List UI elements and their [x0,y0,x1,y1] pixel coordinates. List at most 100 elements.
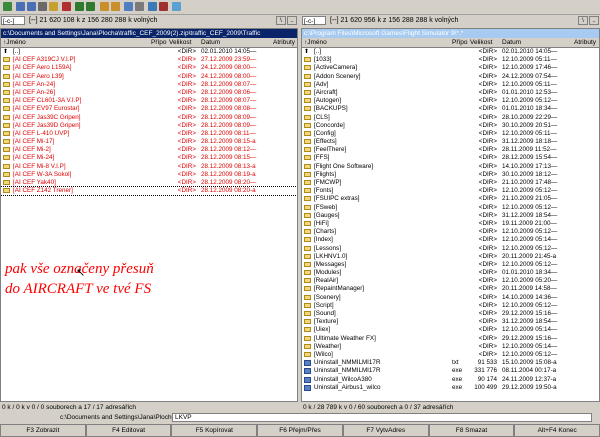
col-size[interactable]: Velikost [169,38,191,47]
file-row[interactable]: [AI CEF EV97 Eurostar] <DIR> 28.12.2009 08… [1,105,297,113]
file-row[interactable]: [Index] <DIR> 12.10.2009 05:14— [302,236,599,244]
file-row[interactable]: [Wilco] <DIR> 12.10.2009 05:12— [302,351,599,359]
f4-edit-button[interactable]: F4 Editovat [85,424,172,437]
right-path-bar[interactable]: c:\Program Files\Microsoft Games\Flight … [302,29,599,38]
left-file-panel[interactable]: c:\Documents and Settings\Jana\Plocha\tr… [0,28,298,402]
pack-icon[interactable] [100,2,109,11]
invert-selection-icon[interactable] [62,2,71,11]
file-row[interactable]: [Lessons] <DIR> 12.10.2009 05:12— [302,245,599,253]
file-row[interactable]: [LKHNV1.0] <DIR> 20.11.2009 21:45-a [302,253,599,261]
right-drive-select[interactable]: [-c-] [302,16,326,25]
right-up-button[interactable]: .. [589,16,599,25]
ftp-icon[interactable] [148,2,157,11]
file-row[interactable]: [AI CEF Jas39D Gripen] <DIR> 28.12.2009 08… [1,122,297,130]
file-row[interactable]: Uninstall_WilcoA380 exe 90 174 24.11.2009 1… [302,376,599,384]
file-row[interactable]: [Script] <DIR> 12.10.2009 05:12— [302,302,599,310]
thumbnails-icon[interactable] [49,2,58,11]
file-row[interactable]: [FeelThere] <DIR> 28.11.2009 11:52— [302,146,599,154]
rename-icon[interactable] [135,2,144,11]
file-row[interactable]: [RepaintManager] <DIR> 20.11.2009 14:58— [302,285,599,293]
file-row[interactable]: [ActiveCamera] <DIR> 12.10.2009 17:46— [302,64,599,72]
file-row[interactable]: [AI CEF Mi-8 V.I.P] <DIR> 28.12.2009 08:13… [1,163,297,171]
file-row[interactable]: [Aircraft] <DIR> 01.01.2010 12:53— [302,89,599,97]
search-icon[interactable] [124,2,133,11]
file-row[interactable]: [Gauges] <DIR> 31.12.2009 18:54— [302,212,599,220]
file-row[interactable]: [AI CEF Mi-24] <DIR> 28.12.2009 08:15— [1,154,297,162]
details-view-icon[interactable] [27,2,36,11]
f7-mkdir-button[interactable]: F7 VytvAdres [342,424,429,437]
file-row[interactable]: [AI CEF Mi-2] <DIR> 28.12.2009 08:12— [1,146,297,154]
f3-view-button[interactable]: F3 Zobrazit [0,424,86,437]
col-name[interactable]: ↑Jméno [304,38,327,47]
col-attr[interactable]: Atributy [273,38,295,47]
list-view-icon[interactable] [16,2,25,11]
file-row[interactable]: [Uiex] <DIR> 12.10.2009 05:14— [302,326,599,334]
col-ext[interactable]: Přípo [151,38,167,47]
file-row[interactable]: [AI CEF Mi-17] <DIR> 28.12.2009 08:15-a [1,138,297,146]
file-row[interactable]: [RealAir] <DIR> 12.10.2009 05:20— [302,277,599,285]
notepad-icon[interactable] [172,2,181,11]
file-row[interactable]: [BACKUPS] <DIR> 01.01.2010 18:34— [302,105,599,113]
file-row[interactable]: [FMCWP] <DIR> 21.10.2009 17:48— [302,179,599,187]
file-row[interactable]: [Adv] <DIR> 12.10.2009 05:11— [302,81,599,89]
file-row[interactable]: Uninstall_NMMILMI17R txt 91 533 15.10.2009 … [302,359,599,367]
file-row[interactable]: [AI CEF CL601-3A V.I.P] <DIR> 28.12.2009 0… [1,97,297,105]
file-row[interactable]: [FSUIPC extras] <DIR> 21.10.2009 21:05— [302,195,599,203]
tree-icon[interactable] [38,2,47,11]
right-root-button[interactable]: \ [578,16,588,25]
file-row[interactable]: Uninstall_Airbus1_wilco exe 100 499 29.12.2… [302,384,599,392]
refresh-icon[interactable] [3,2,12,11]
file-row[interactable]: [Addon Scenery] <DIR> 24.12.2009 07:54— [302,73,599,81]
file-row[interactable]: [Fonts] <DIR> 12.10.2009 05:12— [302,187,599,195]
file-row[interactable]: ⬆ [..] <DIR> 02.01.2010 14:05— [1,48,297,56]
left-root-button[interactable]: \ [276,16,286,25]
file-row[interactable]: [Sound] <DIR> 29.12.2009 15:16— [302,310,599,318]
file-row[interactable]: [FSweb] <DIR> 12.10.2009 05:12— [302,204,599,212]
file-row[interactable]: [AI CEF L-410 UVP] <DIR> 28.12.2009 08:11— [1,130,297,138]
file-row[interactable]: [AI CEF Z142 Trener] <DIR> 28.12.2009 08:2… [1,186,297,197]
file-row[interactable]: [AI CEF Yak40] <DIR> 28.12.2009 08:20— [1,179,297,187]
file-row[interactable]: [FFS] <DIR> 28.12.2009 15:54— [302,154,599,162]
file-row[interactable]: [1033] <DIR> 12.10.2009 05:11— [302,56,599,64]
file-row[interactable]: [AI CEF W-3A Sokol] <DIR> 28.12.2009 08:19… [1,171,297,179]
file-row[interactable]: [HiFi] <DIR> 19.11.2009 21:00— [302,220,599,228]
f8-delete-button[interactable]: F8 Smazat [428,424,515,437]
file-row[interactable]: [Messages] <DIR> 12.10.2009 05:12— [302,261,599,269]
col-ext[interactable]: Přípo [452,38,468,47]
file-row[interactable]: [Flight One Software] <DIR> 14.10.2009 17:… [302,163,599,171]
file-row[interactable]: [AI CEF An-26] <DIR> 28.12.2009 08:06— [1,89,297,97]
col-name[interactable]: ↑Jméno [3,38,26,47]
file-row[interactable]: [Scenery] <DIR> 14.10.2009 14:36— [302,294,599,302]
file-row[interactable]: [Weather] <DIR> 12.10.2009 05:14— [302,343,599,351]
f5-copy-button[interactable]: F5 Kopírovat [171,424,258,437]
file-row[interactable]: [Texture] <DIR> 31.12.2009 18:54— [302,318,599,326]
forward-icon[interactable] [86,2,95,11]
left-up-button[interactable]: .. [287,16,297,25]
file-row[interactable]: [CLS] <DIR> 28.10.2009 22:29— [302,114,599,122]
left-path-bar[interactable]: c:\Documents and Settings\Jana\Plocha\tr… [1,29,297,38]
col-date[interactable]: Datum [201,38,220,47]
f6-move-button[interactable]: F6 Přejm/Přes [257,424,343,437]
file-row[interactable]: [AI CEF A319CJ V.I.P] <DIR> 27.12.2009 23:… [1,56,297,64]
file-row[interactable]: [AI CEF Jas39C Gripen] <DIR> 28.12.2009 08… [1,114,297,122]
left-drive-select[interactable]: [-c-] [1,16,25,25]
file-row[interactable]: [Flights] <DIR> 30.10.2009 18:12— [302,171,599,179]
unpack-icon[interactable] [111,2,120,11]
file-row[interactable]: [Charts] <DIR> 12.10.2009 05:12— [302,228,599,236]
back-icon[interactable] [75,2,84,11]
file-row[interactable]: [AI CEF Aero L159A] <DIR> 24.12.2009 08:00… [1,64,297,72]
col-size[interactable]: Velikost [470,38,492,47]
right-file-panel[interactable]: c:\Program Files\Microsoft Games\Flight … [301,28,600,402]
file-row[interactable]: Uninstall_NMMILMI17R exe 331 776 08.11.2004… [302,367,599,375]
file-row[interactable]: [AI CEF Aero L39] <DIR> 24.12.2009 08:00— [1,73,297,81]
file-row[interactable]: [Ultimate Weather FX] <DIR> 29.12.2009 15:… [302,335,599,343]
file-row[interactable]: [Config] <DIR> 12.10.2009 05:11— [302,130,599,138]
file-row[interactable]: ⬆ [..] <DIR> 02.01.2010 14:05— [302,48,599,56]
altf4-exit-button[interactable]: Alt+F4 Konec [514,424,600,437]
file-row[interactable]: [Concorde] <DIR> 30.10.2009 20:51— [302,122,599,130]
command-input[interactable]: LKVP [172,413,592,422]
disconnect-icon[interactable] [159,2,168,11]
file-row[interactable]: [Effects] <DIR> 31.12.2009 18:18— [302,138,599,146]
col-attr[interactable]: Atributy [574,38,596,47]
file-row[interactable]: [Modules] <DIR> 01.01.2010 18:34— [302,269,599,277]
